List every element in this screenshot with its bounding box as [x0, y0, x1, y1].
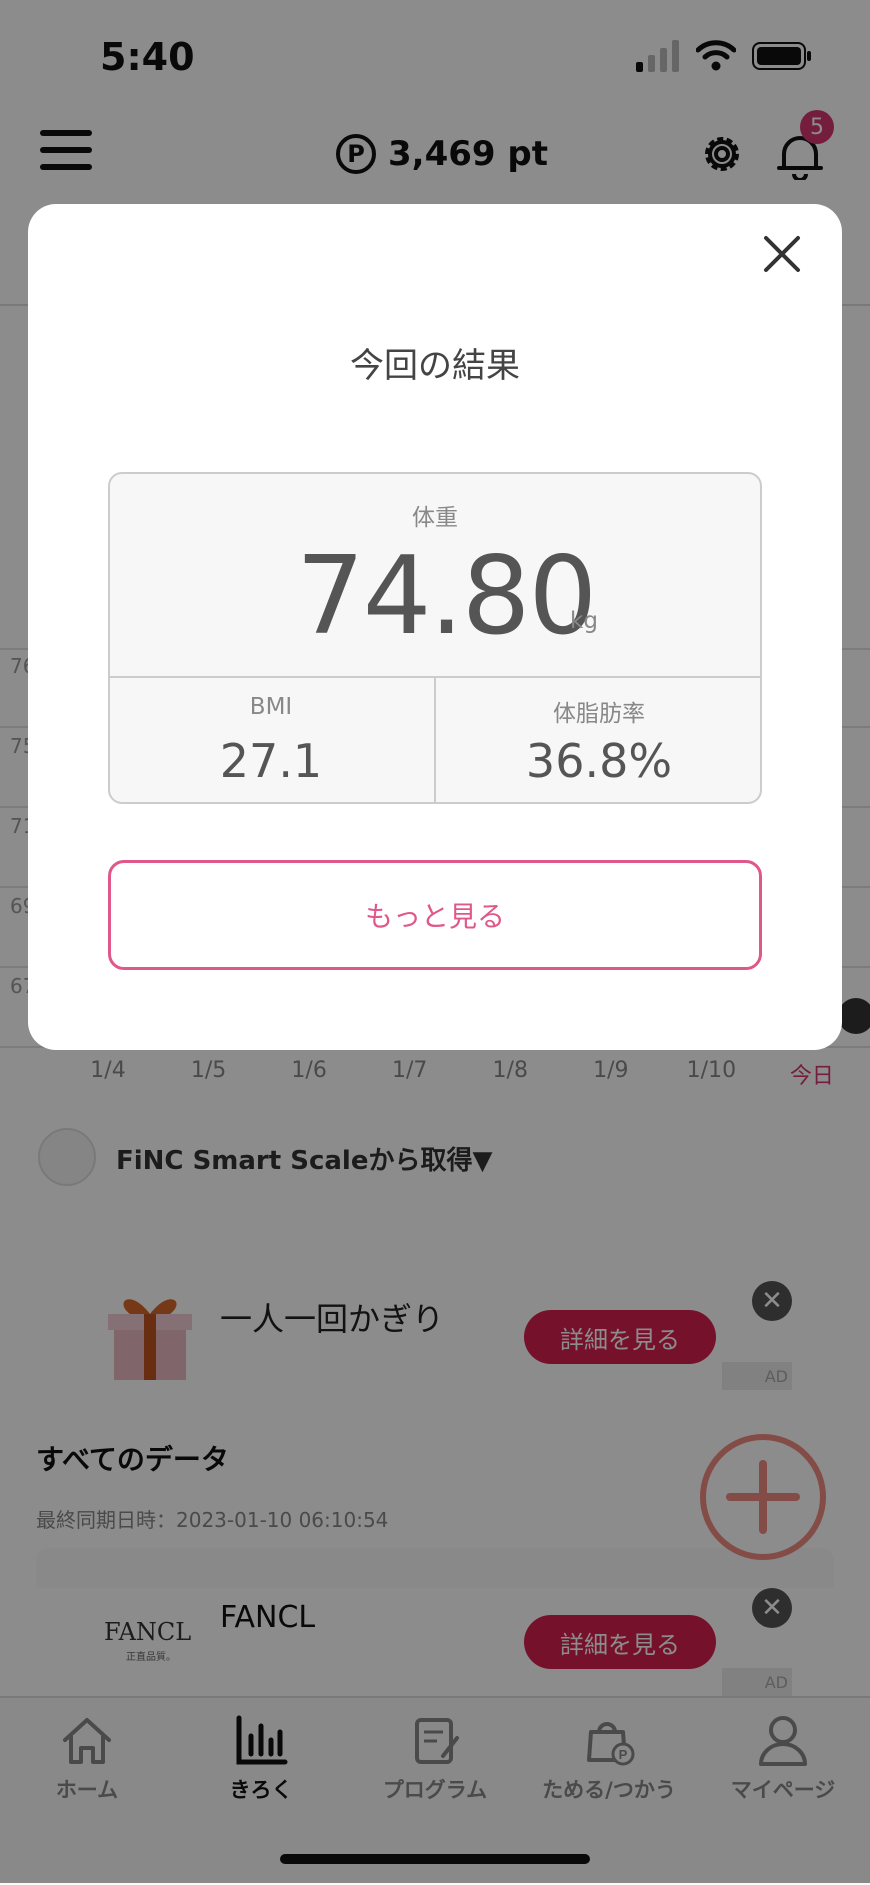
bmi-label: BMI: [249, 694, 293, 720]
body-fat-value: 36.8%: [525, 734, 673, 788]
body-fat-label: 体脂肪率: [553, 701, 645, 727]
see-more-button[interactable]: もっと見る: [108, 860, 762, 970]
modal-title: 今回の結果: [350, 346, 520, 386]
weight-unit: kg: [570, 608, 598, 634]
bmi-value: 27.1: [219, 734, 323, 788]
close-icon[interactable]: [760, 232, 804, 276]
weight-value: 74.80: [296, 534, 597, 659]
weight-label: 体重: [412, 505, 458, 531]
